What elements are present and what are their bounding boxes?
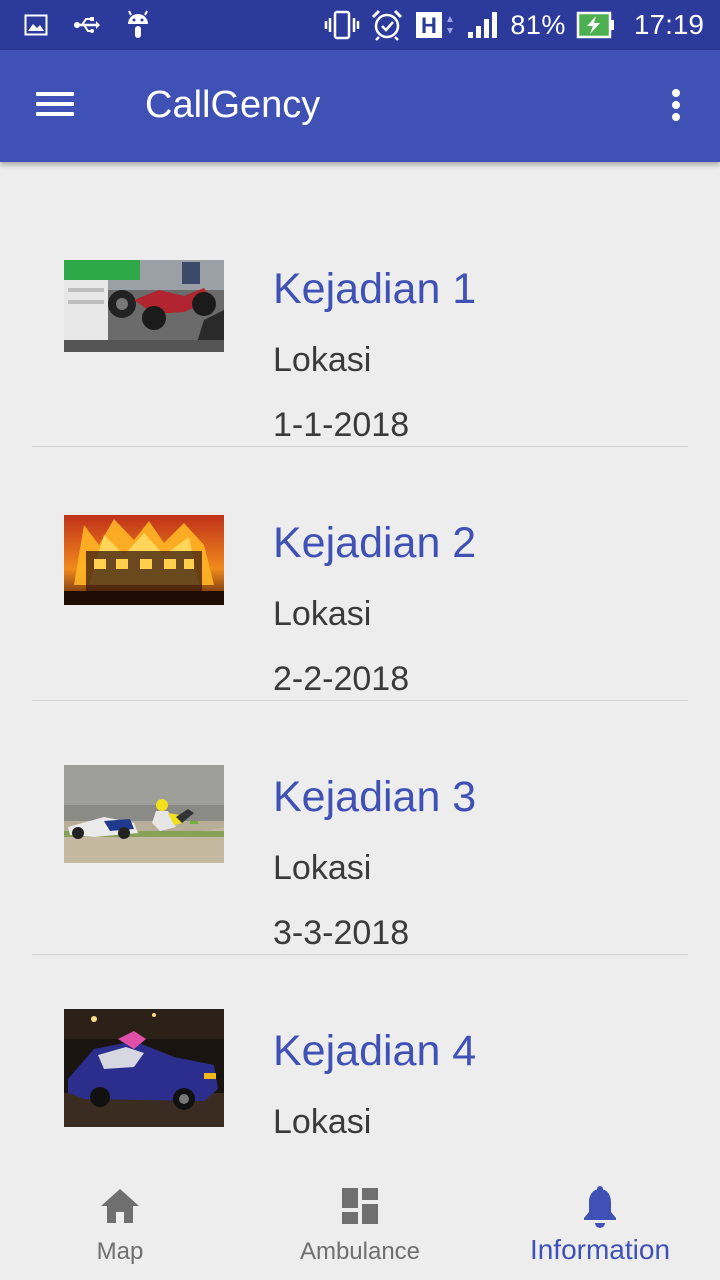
motorcycle-race-crash-photo — [64, 765, 224, 863]
list-item[interactable]: Kejadian 3 Lokasi 3-3-2018 — [32, 701, 688, 955]
incident-date: 1-1-2018 — [273, 406, 410, 444]
nav-item-map[interactable]: Map — [0, 1172, 240, 1280]
home-icon — [98, 1186, 142, 1231]
incident-date: 2-2-2018 — [273, 660, 410, 698]
nav-label: Information — [529, 1234, 671, 1265]
usb-icon — [74, 15, 100, 35]
incident-title: Kejadian 1 — [273, 265, 477, 313]
vibrate-icon — [324, 10, 360, 40]
nav-label: Map — [96, 1238, 144, 1265]
list-item[interactable]: Kejadian 2 Lokasi 2-2-2018 — [32, 447, 688, 701]
nav-item-information[interactable]: Information — [480, 1172, 720, 1280]
incident-location: Lokasi — [273, 849, 372, 887]
svg-text:H: H — [421, 13, 437, 38]
app-bar: CallGency — [0, 50, 720, 162]
signal-icon — [466, 10, 500, 40]
motorcycle-truck-accident-photo — [64, 260, 224, 352]
dashboard-icon — [340, 1186, 380, 1231]
incident-list[interactable]: Kejadian 1 Lokasi 1-1-2018 Kejadian 2 Lo… — [0, 162, 720, 1172]
gallery-icon — [24, 14, 48, 36]
car-crash-night-photo — [64, 1009, 224, 1127]
alarm-icon — [370, 9, 404, 41]
bell-icon — [581, 1186, 619, 1233]
more-vert-icon[interactable] — [662, 86, 690, 126]
list-item[interactable]: Kejadian 4 Lokasi — [32, 955, 688, 1172]
status-bar: H 81% 17:19 — [0, 0, 720, 50]
incident-location: Lokasi — [273, 1103, 372, 1141]
bottom-navigation: Map Ambulance Information — [0, 1172, 720, 1280]
house-fire-photo — [64, 515, 224, 605]
hamburger-menu-icon[interactable] — [30, 86, 82, 126]
incident-title: Kejadian 2 — [273, 519, 477, 567]
hsdpa-icon: H — [414, 10, 456, 40]
list-item[interactable]: Kejadian 1 Lokasi 1-1-2018 — [32, 193, 688, 447]
app-title: CallGency — [145, 84, 321, 126]
clock: 17:19 — [633, 9, 704, 40]
battery-percent: 81% — [510, 9, 566, 40]
nav-item-ambulance[interactable]: Ambulance — [240, 1172, 480, 1280]
nav-label: Ambulance — [299, 1238, 421, 1265]
battery-charging-icon — [576, 11, 616, 39]
incident-date: 3-3-2018 — [273, 914, 410, 952]
incident-location: Lokasi — [273, 595, 372, 633]
incident-location: Lokasi — [273, 341, 372, 379]
incident-title: Kejadian 3 — [273, 773, 477, 821]
incident-title: Kejadian 4 — [273, 1027, 477, 1075]
android-debug-icon — [126, 10, 150, 40]
